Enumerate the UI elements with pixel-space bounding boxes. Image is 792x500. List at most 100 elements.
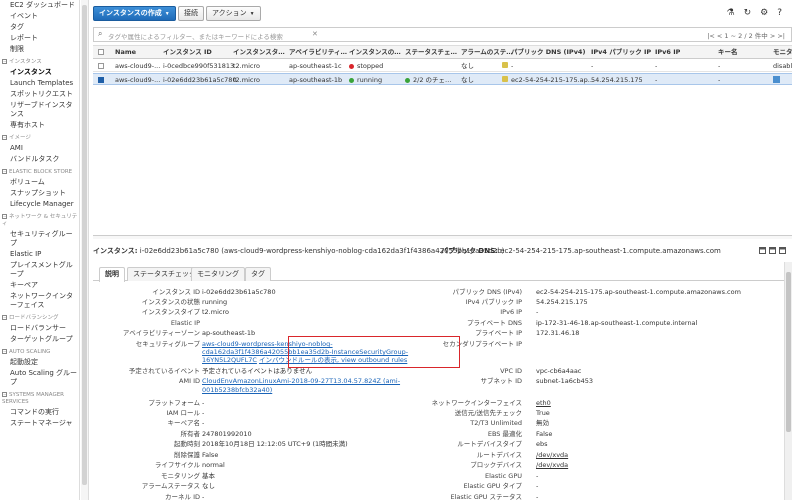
layout-full-icon[interactable] bbox=[779, 247, 786, 254]
sidebar-item[interactable]: スポットリクエスト bbox=[0, 89, 79, 100]
detail-value: running bbox=[202, 298, 228, 306]
sidebar-section[interactable]: − ネットワーク & セキュリティ bbox=[0, 210, 79, 229]
detail-tab[interactable]: モニタリング bbox=[191, 267, 245, 281]
filter-bar[interactable]: ⌕ タグや属性によるフィルター、またはキーワードによる検索 ✕ |< < 1 ~… bbox=[93, 27, 792, 42]
pagination[interactable]: |< < 1 ~ 2 / 2 件中 > >| bbox=[707, 30, 785, 40]
detail-tab[interactable]: 説明 bbox=[99, 267, 125, 282]
collapse-icon[interactable]: − bbox=[2, 135, 7, 140]
sidebar-item[interactable]: セキュリティグループ bbox=[0, 229, 79, 249]
layout-bottom-icon[interactable] bbox=[759, 247, 766, 254]
detail-value: subnet-1a6cb453 bbox=[536, 377, 594, 385]
collapse-icon[interactable]: − bbox=[2, 59, 7, 64]
gear-icon[interactable]: ⚙ bbox=[760, 8, 768, 18]
toolbar: インスタンスの作成 ▼ 接続 アクション ▼ ⚗ ↻ ⚙? bbox=[93, 6, 792, 22]
sidebar-item[interactable]: Auto Scaling グループ bbox=[0, 368, 79, 388]
row-checkbox[interactable] bbox=[98, 77, 104, 83]
cell-text: - bbox=[511, 62, 514, 70]
launch-instance-button[interactable]: インスタンスの作成 ▼ bbox=[93, 6, 176, 21]
sidebar-item[interactable]: ロードバランサー bbox=[0, 323, 79, 334]
detail-value: - bbox=[536, 308, 539, 316]
sidebar-section[interactable]: − インスタンス bbox=[0, 55, 79, 67]
column-header[interactable]: モニタ bbox=[773, 46, 792, 58]
pane-splitter[interactable] bbox=[93, 235, 792, 239]
ami-id-link[interactable]: 001b5238bfcb32a40) bbox=[202, 385, 272, 395]
sidebar-item[interactable]: 起動設定 bbox=[0, 357, 79, 368]
table-row[interactable]: aws-cloud9-... i-02e6dd23b61a5c780 t2.micr… bbox=[93, 73, 792, 85]
refresh-icon[interactable]: ↻ bbox=[744, 8, 752, 18]
detail-value[interactable]: eth0 bbox=[536, 398, 551, 408]
detail-value: i-02e6dd23b61a5c780 bbox=[202, 288, 276, 296]
ami-id-link-text[interactable]: CloudEnvAmazonLinuxAmi-2018-09-27T13.04.… bbox=[202, 377, 400, 385]
connect-button[interactable]: 接続 bbox=[178, 6, 204, 21]
sidebar-item[interactable]: AMI bbox=[0, 143, 79, 154]
table-row[interactable]: aws-cloud9-... i-0cedbce990f531813 t2.micr… bbox=[93, 60, 792, 72]
table-cell-ipv4: - bbox=[591, 60, 593, 71]
sidebar-item[interactable]: キーペア bbox=[0, 280, 79, 291]
detail-scrollbar[interactable] bbox=[784, 262, 792, 500]
detail-tab[interactable]: タグ bbox=[245, 267, 271, 281]
ami-id-link-text[interactable]: 001b5238bfcb32a40) bbox=[202, 386, 272, 394]
sidebar-item[interactable]: バンドルタスク bbox=[0, 154, 79, 165]
select-all-checkbox[interactable] bbox=[98, 49, 104, 55]
row-checkbox[interactable] bbox=[98, 63, 104, 69]
clear-icon[interactable]: ✕ bbox=[312, 30, 318, 38]
sidebar-item[interactable]: イベント bbox=[0, 11, 79, 22]
column-header[interactable]: インスタンスタ… bbox=[233, 46, 285, 58]
sidebar-item[interactable]: インスタンス bbox=[0, 67, 79, 78]
sidebar-item[interactable]: Lifecycle Manager bbox=[0, 199, 79, 210]
sidebar-scrollbar[interactable] bbox=[81, 0, 89, 500]
column-header[interactable]: アベイラビリティ… bbox=[289, 46, 347, 58]
layout-right-icon[interactable] bbox=[769, 247, 776, 254]
sidebar-item[interactable]: 制限 bbox=[0, 44, 79, 55]
column-header[interactable]: IPv6 IP bbox=[655, 46, 680, 58]
column-header[interactable]: パブリック DNS (IPv4) bbox=[511, 46, 585, 58]
sidebar-scrollbar-thumb[interactable] bbox=[82, 5, 87, 485]
security-group-link-text[interactable]: 16YN5L2QUFL7C bbox=[202, 356, 257, 364]
sidebar-item[interactable]: EC2 ダッシュボード bbox=[0, 0, 79, 11]
detail-label: セキュリティグループ bbox=[135, 340, 200, 348]
column-header[interactable]: ステータスチェ… bbox=[405, 46, 457, 58]
detail-value[interactable]: /dev/xvda bbox=[536, 460, 568, 470]
sidebar-item[interactable]: リザーブドインスタンス bbox=[0, 100, 79, 120]
column-header[interactable]: IPv4 パブリック IP bbox=[591, 46, 651, 58]
collapse-icon[interactable]: − bbox=[2, 214, 7, 219]
pane-layout-icons bbox=[756, 247, 786, 256]
sidebar-section[interactable]: − ELASTIC BLOCK STORE bbox=[0, 165, 79, 177]
sidebar-item[interactable]: Elastic IP bbox=[0, 249, 79, 260]
actions-button[interactable]: アクション ▼ bbox=[206, 6, 261, 21]
sidebar-section-label: ロードバランシング bbox=[9, 315, 59, 321]
sidebar-section[interactable]: − ロードバランシング bbox=[0, 311, 79, 323]
sidebar-section[interactable]: − SYSTEMS MANAGER SERVICES bbox=[0, 388, 79, 407]
help-icon[interactable]: ? bbox=[777, 8, 782, 18]
sidebar-item[interactable]: 専有ホスト bbox=[0, 120, 79, 131]
column-header[interactable]: インスタンスの… bbox=[349, 46, 401, 58]
sidebar-item[interactable]: ネットワークインターフェイス bbox=[0, 291, 79, 311]
sidebar-item[interactable]: ボリューム bbox=[0, 177, 79, 188]
detail-scrollbar-thumb[interactable] bbox=[786, 272, 791, 432]
sidebar-section[interactable]: − イメージ bbox=[0, 131, 79, 143]
sidebar-item[interactable]: ターゲットグループ bbox=[0, 334, 79, 345]
column-header[interactable]: アラームのステ… bbox=[461, 46, 513, 58]
sidebar-item[interactable]: レポート bbox=[0, 33, 79, 44]
alarm-flag-icon[interactable] bbox=[502, 76, 509, 82]
sidebar-item[interactable]: ステートマネージャ bbox=[0, 418, 79, 429]
collapse-icon[interactable]: − bbox=[2, 169, 7, 174]
collapse-icon[interactable]: − bbox=[2, 349, 7, 354]
sidebar-item[interactable]: コマンドの実行 bbox=[0, 407, 79, 418]
collapse-icon[interactable]: − bbox=[2, 392, 7, 397]
collapse-icon[interactable]: − bbox=[2, 315, 7, 320]
detail-header: インスタンス: i-02e6dd23b61a5c780 (aws-cloud9-… bbox=[93, 246, 792, 260]
flask-icon[interactable]: ⚗ bbox=[727, 8, 735, 18]
alarm-flag-icon[interactable] bbox=[502, 62, 509, 68]
detail-value[interactable]: /dev/xvda bbox=[536, 450, 568, 460]
column-header[interactable]: インスタンス ID bbox=[163, 46, 212, 58]
sidebar-item[interactable]: スナップショット bbox=[0, 188, 79, 199]
sidebar-item[interactable]: タグ bbox=[0, 22, 79, 33]
column-header[interactable]: Name bbox=[115, 46, 136, 58]
cell-text: t2.micro bbox=[233, 76, 260, 84]
sidebar-item[interactable]: Launch Templates bbox=[0, 78, 79, 89]
table-cell-dns: - bbox=[511, 60, 513, 71]
column-header[interactable]: キー名 bbox=[718, 46, 738, 58]
sidebar-section[interactable]: − AUTO SCALING bbox=[0, 345, 79, 357]
sidebar-item[interactable]: プレイスメントグループ bbox=[0, 260, 79, 280]
